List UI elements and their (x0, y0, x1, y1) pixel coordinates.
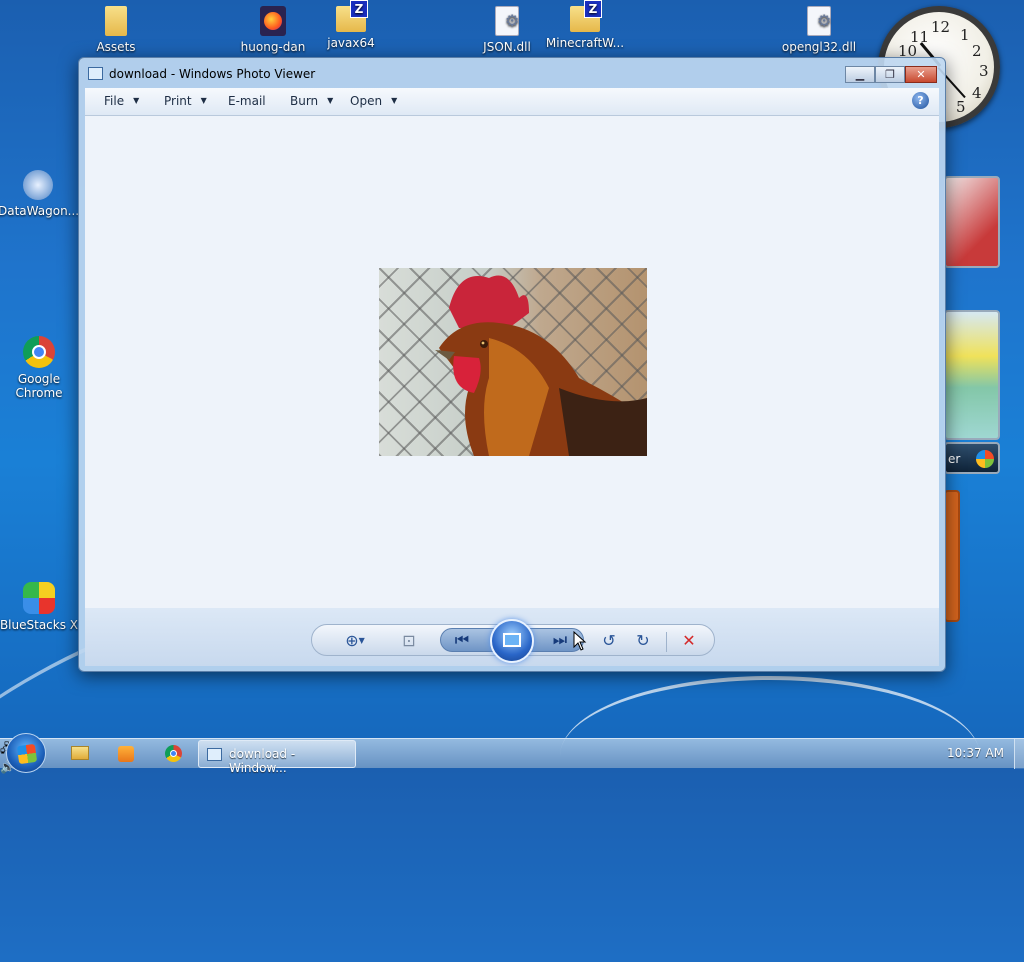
zip-folder-icon (570, 0, 602, 32)
photo-viewer-window[interactable]: download - Windows Photo Viewer ▁ ❐ ✕ Fi… (78, 57, 946, 672)
chevron-down-icon: ▼ (200, 96, 207, 105)
menu-burn-label: Burn (290, 94, 319, 108)
desktop-icon-label: opengl32.dll (781, 40, 857, 54)
gadget-label: er (948, 452, 961, 466)
chrome-icon (164, 745, 182, 762)
desktop-icon-datawagon[interactable]: DataWagon... (0, 170, 80, 218)
desktop-icon-google-chrome[interactable]: Google Chrome (0, 336, 79, 400)
windows-logo-icon (16, 743, 38, 765)
viewer-control-bar: ⊕▼ ⊡ ⏮ ⏭ ↺ ↻ ✕ (85, 608, 939, 666)
menu-print-label: Print (164, 94, 192, 108)
rotate-counterclockwise-button[interactable]: ↺ (598, 631, 620, 651)
control-pill: ⊕▼ ⊡ ⏮ ⏭ ↺ ↻ ✕ (311, 619, 715, 663)
system-clock[interactable]: 10:37 AM (947, 746, 1004, 760)
zoom-icon: ⊕ (345, 631, 359, 650)
media-player-icon (118, 746, 134, 762)
photo-viewer-icon (88, 67, 103, 80)
desktop-icon-javax64[interactable]: javax64 (311, 0, 391, 50)
bluestacks-icon (23, 582, 55, 614)
delete-button[interactable]: ✕ (678, 631, 700, 651)
help-icon[interactable]: ? (912, 92, 929, 109)
picture-gadget[interactable] (944, 176, 1000, 268)
folder-icon (71, 746, 89, 760)
dll-file-icon (495, 6, 519, 36)
photo-viewer-icon (207, 748, 222, 761)
orange-gadget[interactable] (944, 490, 960, 622)
window-controls: ▁ ❐ ✕ (845, 66, 937, 83)
start-button[interactable] (6, 733, 46, 773)
next-button[interactable]: ⏭ (549, 630, 571, 650)
control-separator (666, 632, 667, 652)
menu-file[interactable]: File ▼ (104, 94, 139, 108)
rotate-clockwise-button[interactable]: ↻ (632, 631, 654, 651)
taskbar-window-label: download - Window... (229, 747, 296, 775)
volume-icon[interactable]: 🔊 (0, 760, 1024, 774)
window-title: download - Windows Photo Viewer (109, 67, 316, 81)
menu-open-label: Open (350, 94, 383, 108)
feed-gadget[interactable] (944, 310, 1000, 440)
clock-number: 5 (956, 98, 966, 116)
clock-number: 2 (972, 42, 982, 60)
mouse-cursor-icon (573, 631, 587, 651)
desktop-icon-label: Google Chrome (15, 372, 63, 400)
menu-email[interactable]: E-mail (228, 94, 266, 108)
menu-burn[interactable]: Burn ▼ (290, 94, 333, 108)
desktop-icon-huong-dan[interactable]: huong-dan (233, 6, 313, 54)
window-titlebar[interactable]: download - Windows Photo Viewer ▁ ❐ ✕ (79, 58, 945, 88)
chevron-down-icon: ▼ (327, 96, 334, 105)
clock-number: 12 (931, 18, 951, 36)
desktop-icon-label: javax64 (327, 36, 375, 50)
windows-logo-icon (976, 450, 994, 468)
taskbar-media-player[interactable] (108, 742, 144, 766)
show-desktop-button[interactable] (1014, 739, 1024, 769)
desktop-icon-opengl32-dll[interactable]: opengl32.dll (779, 6, 859, 54)
displayed-photo (379, 268, 647, 456)
chevron-down-icon: ▼ (358, 636, 365, 645)
clock-number: 1 (960, 26, 970, 44)
rooster-image (435, 275, 647, 456)
desktop-icon-label: BlueStacks X (0, 618, 79, 632)
taskbar-photo-viewer[interactable]: download - Window... (198, 740, 356, 775)
clock-number: 4 (972, 84, 982, 102)
minimize-button[interactable]: ▁ (845, 66, 875, 83)
taskbar-explorer[interactable] (62, 742, 98, 766)
command-bar: File ▼ Print ▼ E-mail Burn ▼ Open ▼ ? (85, 88, 939, 116)
datawagon-shortcut-icon (23, 170, 53, 200)
desktop-icon-label: huong-dan (240, 40, 306, 54)
network-icon[interactable]: 🖧 (0, 739, 1024, 760)
menu-file-label: File (104, 94, 125, 108)
desktop-icon-assets[interactable]: Assets (76, 6, 156, 54)
dll-file-icon (807, 6, 831, 36)
folder-icon (105, 6, 127, 36)
actual-size-button[interactable]: ⊡ (398, 631, 420, 651)
zoom-button[interactable]: ⊕▼ (338, 631, 372, 651)
chevron-down-icon: ▼ (133, 96, 140, 105)
slideshow-icon (503, 633, 521, 647)
firefox-file-icon (260, 6, 286, 36)
menu-print[interactable]: Print ▼ (164, 94, 207, 108)
close-button[interactable]: ✕ (905, 66, 937, 83)
desktop-icon-bluestacks-x[interactable]: BlueStacks X (0, 582, 79, 632)
restore-button[interactable]: ❐ (875, 66, 905, 83)
menu-email-label: E-mail (228, 94, 266, 108)
slideshow-button[interactable] (490, 619, 534, 663)
zip-folder-icon (336, 0, 368, 32)
desktop-icon-label: JSON.dll (483, 40, 531, 54)
taskbar-chrome[interactable] (155, 742, 191, 766)
menu-open[interactable]: Open ▼ (350, 94, 397, 108)
desktop-icon-label: MinecraftW... (545, 36, 625, 50)
previous-button[interactable]: ⏮ (451, 630, 473, 650)
clock-number: 3 (979, 62, 989, 80)
taskbar: download - Window... 🖧 🔊 10:37 AM (0, 733, 1024, 775)
desktop-icon-label: DataWagon... (0, 204, 80, 218)
chrome-icon (23, 336, 55, 368)
media-center-gadget[interactable]: er (944, 442, 1000, 474)
image-viewport[interactable] (85, 116, 939, 608)
chevron-down-icon: ▼ (391, 96, 398, 105)
desktop-icon-json-dll[interactable]: JSON.dll (467, 6, 547, 54)
desktop-icon-minecraftw[interactable]: MinecraftW... (545, 0, 625, 50)
desktop-icon-label: Assets (96, 40, 136, 54)
